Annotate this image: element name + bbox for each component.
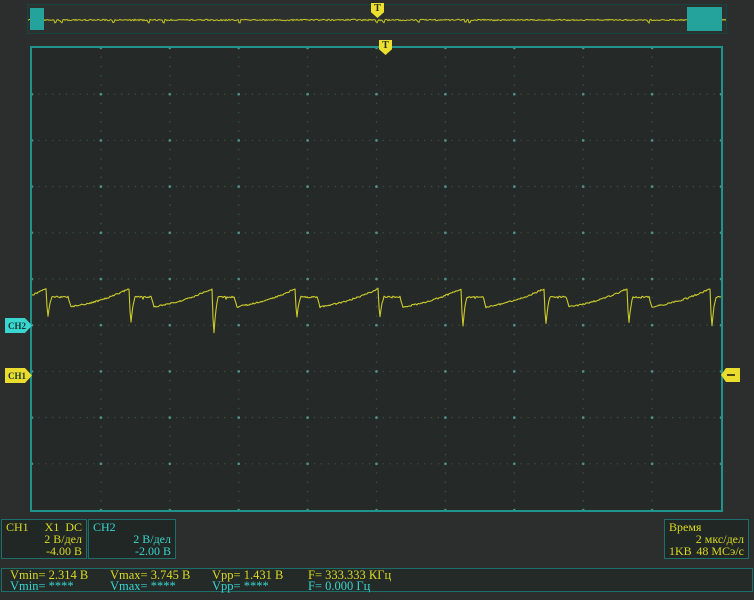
- ch2-vmax: Vmax= ****: [102, 581, 204, 592]
- grid-and-trace: [32, 48, 721, 510]
- trigger-level-dash-icon: [727, 374, 735, 376]
- waveform-display[interactable]: [30, 46, 723, 512]
- ch2-panel[interactable]: CH2 2 В/дел -2.00 В: [88, 519, 176, 559]
- overview-left-handle[interactable]: [30, 8, 44, 30]
- timebase-sample-rate: 48 МСэ/с: [696, 545, 744, 557]
- oscilloscope-screen: T T CH2 CH1 CH1 X1 DC 2 В/дел -4.00 В CH…: [0, 0, 754, 600]
- ch2-offset-marker[interactable]: CH2: [5, 318, 32, 333]
- overview-right-handle[interactable]: [687, 7, 722, 31]
- measurement-row-ch2: Vmin= **** Vmax= **** Vpp= **** F= 0.000…: [2, 581, 752, 592]
- ch1-label: CH1: [6, 521, 29, 533]
- timebase-buffer: 1KB: [669, 545, 692, 557]
- trigger-level-marker[interactable]: [721, 368, 740, 382]
- ch1-offset: -4.00 В: [46, 545, 82, 557]
- ch1-panel[interactable]: CH1 X1 DC 2 В/дел -4.00 В: [1, 519, 87, 559]
- ch2-label: CH2: [93, 521, 116, 533]
- ch2-vpp: Vpp= ****: [204, 581, 300, 592]
- ch2-vmin: Vmin= ****: [2, 581, 102, 592]
- timebase-panel[interactable]: Время 2 мкс/дел 1KB 48 МСэ/с: [664, 519, 749, 559]
- ch2-freq: F= 0.000 Гц: [300, 581, 370, 592]
- ch2-offset: -2.00 В: [135, 545, 171, 557]
- measurement-bar: Vmin= 2.314 В Vmax= 3.745 В Vpp= 1.431 В…: [1, 568, 753, 592]
- ch1-offset-marker[interactable]: CH1: [5, 368, 32, 383]
